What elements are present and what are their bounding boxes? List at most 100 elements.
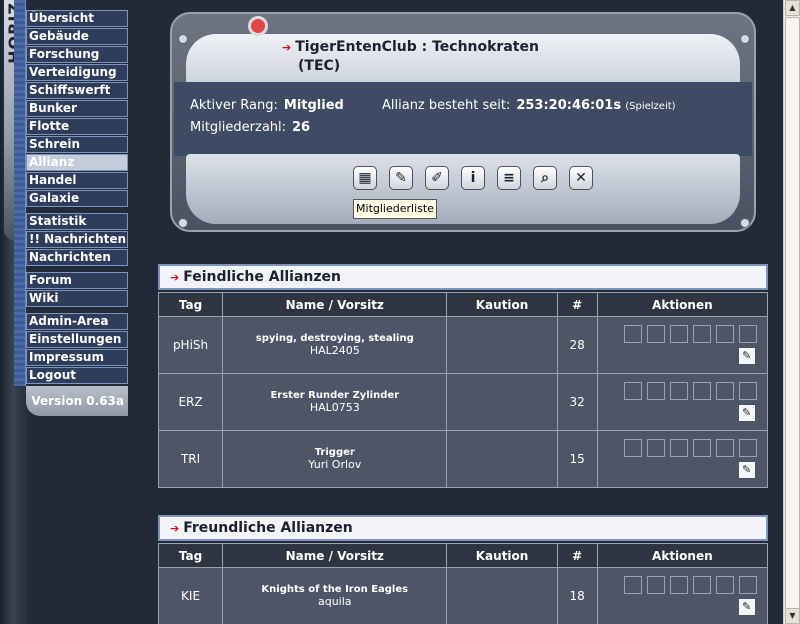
table-row: KIE Knights of the Iron Eagles aquila 18 ✎	[157, 567, 769, 624]
table-header-row: Tag Name / Vorsitz Kaution # Aktionen	[157, 292, 769, 317]
action-checkbox[interactable]	[715, 439, 734, 457]
sidebar-item-allianz[interactable]: Allianz	[26, 154, 128, 171]
sidebar-item-statistik[interactable]: Statistik	[26, 213, 128, 230]
action-checkbox[interactable]	[623, 382, 642, 400]
blue-bar	[14, 0, 26, 386]
close-icon[interactable]: ✕	[569, 166, 593, 190]
scroll-thumb[interactable]	[785, 17, 800, 617]
edit-icon[interactable]: ✎	[737, 598, 756, 616]
members-value: 26	[292, 120, 311, 135]
alliance-tag-cell: pHiSh	[157, 316, 224, 374]
sidebar-item-wiki[interactable]: Wiki	[26, 290, 128, 307]
screw-icon	[740, 34, 750, 44]
action-checkbox[interactable]	[738, 325, 757, 343]
scroll-down-icon[interactable]: ▼	[785, 608, 800, 624]
sidebar-item-verteidigung[interactable]: Verteidigung	[26, 64, 128, 81]
alliance-name-cell: Trigger Yuri Orlov	[222, 430, 448, 488]
sidebar-item-handel[interactable]: Handel	[26, 172, 128, 189]
member-count-cell: 32	[556, 373, 598, 431]
edit-icon[interactable]: ✎	[737, 347, 756, 365]
edit-icon[interactable]: ✐	[425, 166, 449, 190]
member-count-cell: 15	[556, 430, 598, 488]
screw-icon	[740, 218, 750, 228]
column-header: #	[556, 543, 598, 568]
sidebar-item-logout[interactable]: Logout	[26, 367, 128, 384]
red-arrow-icon: ➔	[170, 271, 180, 284]
member-list-icon[interactable]: ▦	[353, 166, 377, 190]
actions-group: ✎	[598, 317, 767, 373]
edit-icon[interactable]: ✎	[737, 404, 756, 422]
alliance-name: spying, destroying, stealing	[255, 333, 414, 344]
diplomacy-icon[interactable]: ✎	[389, 166, 413, 190]
enemies-header: ➔ Feindliche Allianzen	[158, 264, 768, 290]
action-checkbox[interactable]	[669, 325, 688, 343]
alliance-name: Erster Runder Zylinder	[270, 390, 400, 401]
tooltip-member-list: Mitgliederliste	[353, 199, 437, 219]
screw-icon	[178, 34, 188, 44]
action-checkbox[interactable]	[646, 439, 665, 457]
red-arrow-icon: ➔	[282, 41, 292, 54]
alliance-name: Knights of the Iron Eagles	[261, 584, 409, 595]
action-checkbox[interactable]	[692, 382, 711, 400]
column-header: Tag	[157, 543, 224, 568]
action-checkbox[interactable]	[669, 439, 688, 457]
action-checkbox[interactable]	[646, 325, 665, 343]
sidebar-item-schrein[interactable]: Schrein	[26, 136, 128, 153]
action-checkbox[interactable]	[692, 325, 711, 343]
alliance-leader: HAL2405	[309, 344, 360, 357]
table-row: ERZ Erster Runder Zylinder HAL0753 32 ✎	[157, 373, 769, 431]
action-checkbox[interactable]	[715, 325, 734, 343]
friends-title: Freundliche Allianzen	[183, 520, 353, 536]
sidebar-item-forschung[interactable]: Forschung	[26, 46, 128, 63]
text-icon[interactable]: ≡	[497, 166, 521, 190]
sidebar-item-übersicht[interactable]: Übersicht	[26, 10, 128, 27]
sidebar-item-einstellungen[interactable]: Einstellungen	[26, 331, 128, 348]
actions-cell: ✎	[596, 567, 769, 624]
sidebar-item-bunker[interactable]: Bunker	[26, 100, 128, 117]
scrollbar[interactable]: ▲ ▼	[783, 0, 800, 624]
action-checkbox[interactable]	[623, 439, 642, 457]
left-decoration: HORIZ	[0, 0, 28, 624]
sidebar-item-nachrichten[interactable]: Nachrichten	[26, 249, 128, 266]
scroll-up-icon[interactable]: ▲	[785, 0, 800, 16]
action-checkbox[interactable]	[623, 576, 642, 594]
action-checkbox[interactable]	[692, 576, 711, 594]
column-header: Name / Vorsitz	[222, 543, 448, 568]
enemies-title: Feindliche Allianzen	[183, 269, 341, 285]
sidebar-item-schiffswerft[interactable]: Schiffswerft	[26, 82, 128, 99]
info-icon[interactable]: i	[461, 166, 485, 190]
action-checkbox[interactable]	[715, 382, 734, 400]
action-checkbox[interactable]	[646, 382, 665, 400]
action-box-row	[623, 382, 757, 400]
friends-table: Tag Name / Vorsitz Kaution # Aktionen KIE Knig…	[157, 543, 769, 624]
sidebar-item-gebäude[interactable]: Gebäude	[26, 28, 128, 45]
friends-header: ➔ Freundliche Allianzen	[158, 515, 768, 541]
actions-group: ✎	[598, 431, 767, 487]
sidebar-item-impressum[interactable]: Impressum	[26, 349, 128, 366]
action-checkbox[interactable]	[646, 576, 665, 594]
sidebar-item-galaxie[interactable]: Galaxie	[26, 190, 128, 207]
action-checkbox[interactable]	[738, 382, 757, 400]
since-label: Allianz besteht seit:	[382, 98, 511, 113]
actions-cell: ✎	[596, 316, 769, 374]
search-icon[interactable]: ⌕	[533, 166, 557, 190]
alliance-toolbar: ▦ ✎ ✐ i ≡ ⌕ ✕	[353, 166, 593, 192]
sidebar-item-flotte[interactable]: Flotte	[26, 118, 128, 135]
column-header: Tag	[157, 292, 224, 317]
action-checkbox[interactable]	[738, 576, 757, 594]
red-light-icon	[248, 16, 268, 36]
action-checkbox[interactable]	[669, 576, 688, 594]
action-checkbox[interactable]	[738, 439, 757, 457]
since-note: (Spielzeit)	[625, 101, 676, 112]
edit-icon[interactable]: ✎	[737, 461, 756, 479]
action-checkbox[interactable]	[623, 325, 642, 343]
action-checkbox[interactable]	[715, 576, 734, 594]
sidebar-item-forum[interactable]: Forum	[26, 272, 128, 289]
alliance-info: Aktiver Rang: Mitglied Allianz besteht se…	[174, 82, 752, 156]
action-checkbox[interactable]	[692, 439, 711, 457]
action-checkbox[interactable]	[669, 382, 688, 400]
screw-icon	[178, 218, 188, 228]
sidebar-item-nachrichten[interactable]: !! Nachrichten	[26, 231, 128, 248]
sidebar-item-admin-area[interactable]: Admin-Area	[26, 313, 128, 330]
actions-group: ✎	[598, 568, 767, 624]
